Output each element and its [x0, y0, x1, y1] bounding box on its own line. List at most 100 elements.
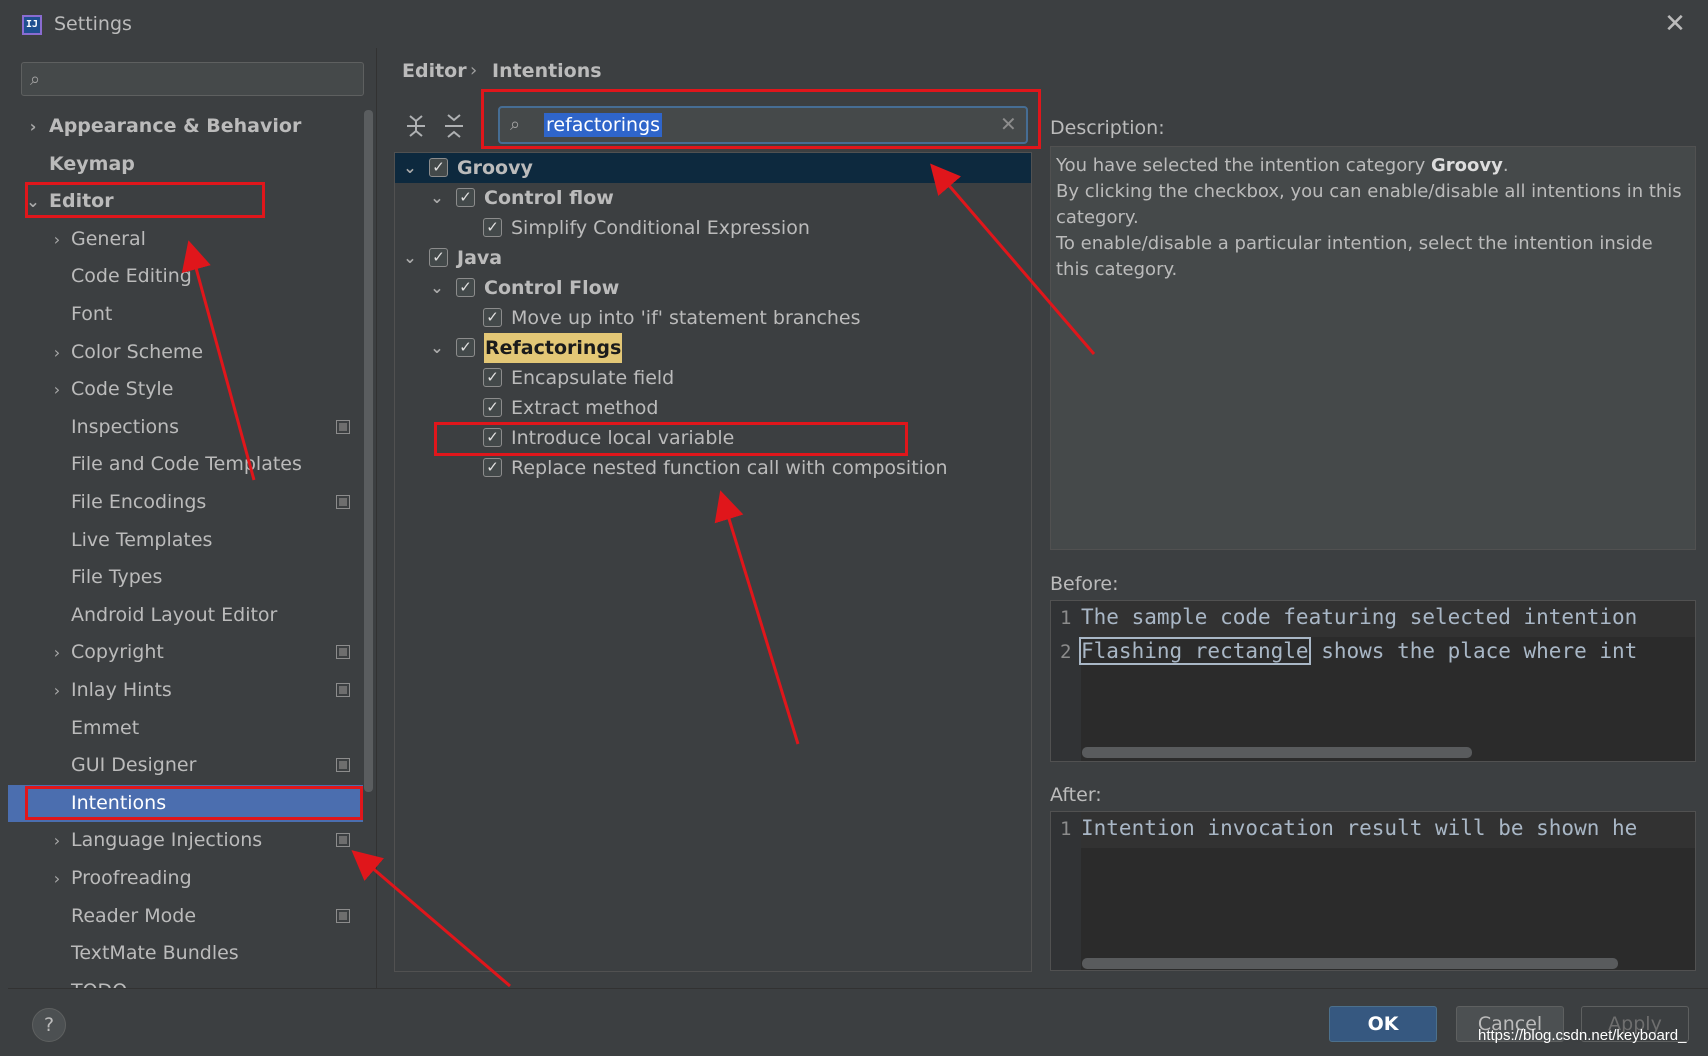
intention-row-control-flow[interactable]: ⌄ ✓ Control flow — [395, 183, 1031, 213]
chevron-right-icon[interactable]: › — [50, 371, 64, 408]
intention-checkbox[interactable]: ✓ — [483, 428, 502, 447]
title-bar: IJ Settings ✕ — [0, 0, 1708, 50]
sidebar-item-file-and-code-templates[interactable]: File and Code Templates — [8, 446, 363, 483]
chevron-down-icon[interactable]: ⌄ — [430, 333, 444, 363]
filter-text[interactable]: refactorings — [544, 113, 663, 137]
sidebar-item-gui-designer[interactable]: GUI Designer — [8, 747, 363, 784]
intention-row-simplify-conditional-expression[interactable]: ✓ Simplify Conditional Expression — [395, 213, 1031, 243]
chevron-right-icon[interactable]: › — [50, 822, 64, 859]
intention-checkbox[interactable]: ✓ — [483, 368, 502, 387]
sidebar-item-language-injections[interactable]: › Language Injections — [8, 822, 363, 859]
sidebar-item-appearance-behavior[interactable]: › Appearance & Behavior — [8, 108, 363, 145]
chevron-right-icon[interactable]: › — [50, 672, 64, 709]
chevron-right-icon[interactable]: › — [50, 860, 64, 897]
sidebar-item-label: Emmet — [71, 716, 140, 739]
sidebar-item-label: Live Templates — [71, 528, 213, 551]
expand-all-icon[interactable] — [404, 112, 428, 140]
sidebar-item-reader-mode[interactable]: Reader Mode — [8, 898, 363, 935]
intention-row-extract-method[interactable]: ✓ Extract method — [395, 393, 1031, 423]
chevron-down-icon[interactable]: ⌄ — [430, 183, 444, 213]
intention-row-replace-nested-function-call-with-composition[interactable]: ✓ Replace nested function call with compo… — [395, 453, 1031, 483]
intention-checkbox[interactable]: ✓ — [483, 458, 502, 477]
description-line-1: You have selected the intention category… — [1056, 153, 1690, 179]
sidebar-item-file-encodings[interactable]: File Encodings — [8, 484, 363, 521]
sidebar-item-textmate-bundles[interactable]: TextMate Bundles — [8, 935, 363, 972]
sidebar-item-label: Proofreading — [71, 867, 192, 889]
chevron-down-icon[interactable]: ⌄ — [430, 273, 444, 303]
intention-checkbox[interactable]: ✓ — [483, 308, 502, 327]
chevron-right-icon[interactable]: › — [50, 634, 64, 671]
intention-label: Extract method — [511, 397, 659, 419]
intentions-filter-input[interactable]: ⌕ refactorings ✕ — [498, 106, 1028, 144]
intention-checkbox[interactable]: ✓ — [429, 248, 448, 267]
search-icon: ⌕ — [510, 114, 521, 135]
intention-checkbox[interactable]: ✓ — [456, 338, 475, 357]
sidebar-item-label: Reader Mode — [71, 904, 197, 927]
chevron-right-icon[interactable]: › — [26, 108, 40, 145]
horizontal-scrollbar[interactable] — [1082, 747, 1472, 758]
intention-row-move-up-into-if-statement-branches[interactable]: ✓ Move up into 'if' statement branches — [395, 303, 1031, 333]
intention-label: Simplify Conditional Expression — [511, 217, 810, 239]
chevron-down-icon[interactable]: ⌄ — [403, 243, 417, 273]
settings-search-input[interactable]: ⌕ — [21, 62, 364, 96]
sidebar-item-label: File Encodings — [71, 491, 207, 513]
clear-icon[interactable]: ✕ — [1000, 112, 1017, 136]
intention-row-control-flow[interactable]: ⌄ ✓ Control Flow — [395, 273, 1031, 303]
intention-checkbox[interactable]: ✓ — [456, 278, 475, 297]
project-scope-icon — [336, 495, 350, 509]
sidebar-item-copyright[interactable]: › Copyright — [8, 634, 363, 671]
after-code-preview: 1 Intention invocation result will be sh… — [1050, 811, 1696, 971]
chevron-down-icon[interactable]: ⌄ — [26, 183, 40, 220]
chevron-down-icon[interactable]: ⌄ — [403, 153, 417, 183]
sidebar-item-label: Appearance & Behavior — [49, 115, 302, 137]
intention-label: Replace nested function call with compos… — [511, 457, 948, 479]
description-label: Description: — [1050, 117, 1165, 139]
app-icon: IJ — [22, 15, 42, 35]
close-icon[interactable]: ✕ — [1660, 10, 1690, 40]
intention-row-refactorings[interactable]: ⌄ ✓ Refactorings — [395, 333, 1031, 363]
intention-row-java[interactable]: ⌄ ✓ Java — [395, 243, 1031, 273]
code-line: The sample code featuring selected inten… — [1081, 605, 1638, 629]
sidebar-item-editor[interactable]: ⌄ Editor — [8, 183, 363, 220]
sidebar-item-label: Android Layout Editor — [71, 603, 278, 626]
sidebar-item-inspections[interactable]: Inspections — [8, 409, 363, 446]
intention-checkbox[interactable]: ✓ — [456, 188, 475, 207]
sidebar-scrollbar[interactable] — [364, 110, 373, 792]
sidebar-item-todo[interactable]: TODO — [8, 973, 363, 988]
collapse-all-icon[interactable] — [442, 112, 466, 140]
before-label: Before: — [1050, 573, 1119, 595]
sidebar-item-general[interactable]: › General — [8, 221, 363, 258]
sidebar-item-intentions[interactable]: Intentions — [8, 784, 363, 822]
intention-checkbox[interactable]: ✓ — [483, 398, 502, 417]
sidebar-item-font[interactable]: Font — [8, 296, 363, 333]
line-number: 1 — [1060, 818, 1072, 840]
intention-checkbox[interactable]: ✓ — [483, 218, 502, 237]
description-text: You have selected the intention category — [1056, 155, 1432, 176]
project-scope-icon — [336, 833, 350, 848]
sidebar-item-proofreading[interactable]: › Proofreading — [8, 860, 363, 897]
settings-tree: › Appearance & Behavior Keymap ⌄ Editor › Gene… — [8, 108, 363, 988]
help-button[interactable]: ? — [32, 1008, 66, 1042]
ok-button[interactable]: OK — [1329, 1006, 1437, 1042]
sidebar-item-emmet[interactable]: Emmet — [8, 710, 363, 747]
intention-row-encapsulate-field[interactable]: ✓ Encapsulate field — [395, 363, 1031, 393]
sidebar-item-live-templates[interactable]: Live Templates — [8, 522, 363, 559]
sidebar-item-keymap[interactable]: Keymap — [8, 146, 363, 183]
sidebar-item-color-scheme[interactable]: › Color Scheme — [8, 334, 363, 371]
sidebar-item-label: Font — [71, 303, 113, 325]
chevron-right-icon[interactable]: › — [50, 334, 64, 371]
intention-checkbox[interactable]: ✓ — [429, 158, 448, 177]
sidebar-item-file-types[interactable]: File Types — [8, 559, 363, 596]
chevron-right-icon[interactable]: › — [50, 221, 64, 258]
sidebar-item-android-layout-editor[interactable]: Android Layout Editor — [8, 597, 363, 634]
sidebar-item-code-editing[interactable]: Code Editing — [8, 258, 363, 295]
horizontal-scrollbar[interactable] — [1082, 958, 1618, 969]
intention-label: Control Flow — [484, 277, 620, 299]
sidebar-item-code-style[interactable]: › Code Style — [8, 371, 363, 408]
code-text: shows the place where int — [1308, 639, 1638, 663]
intention-row-groovy[interactable]: ⌄ ✓ Groovy — [395, 153, 1031, 183]
breadcrumb-editor[interactable]: Editor — [402, 60, 467, 82]
sidebar-item-inlay-hints[interactable]: › Inlay Hints — [8, 672, 363, 709]
panel-divider[interactable] — [376, 48, 377, 988]
intention-row-introduce-local-variable[interactable]: ✓ Introduce local variable — [395, 423, 1031, 453]
